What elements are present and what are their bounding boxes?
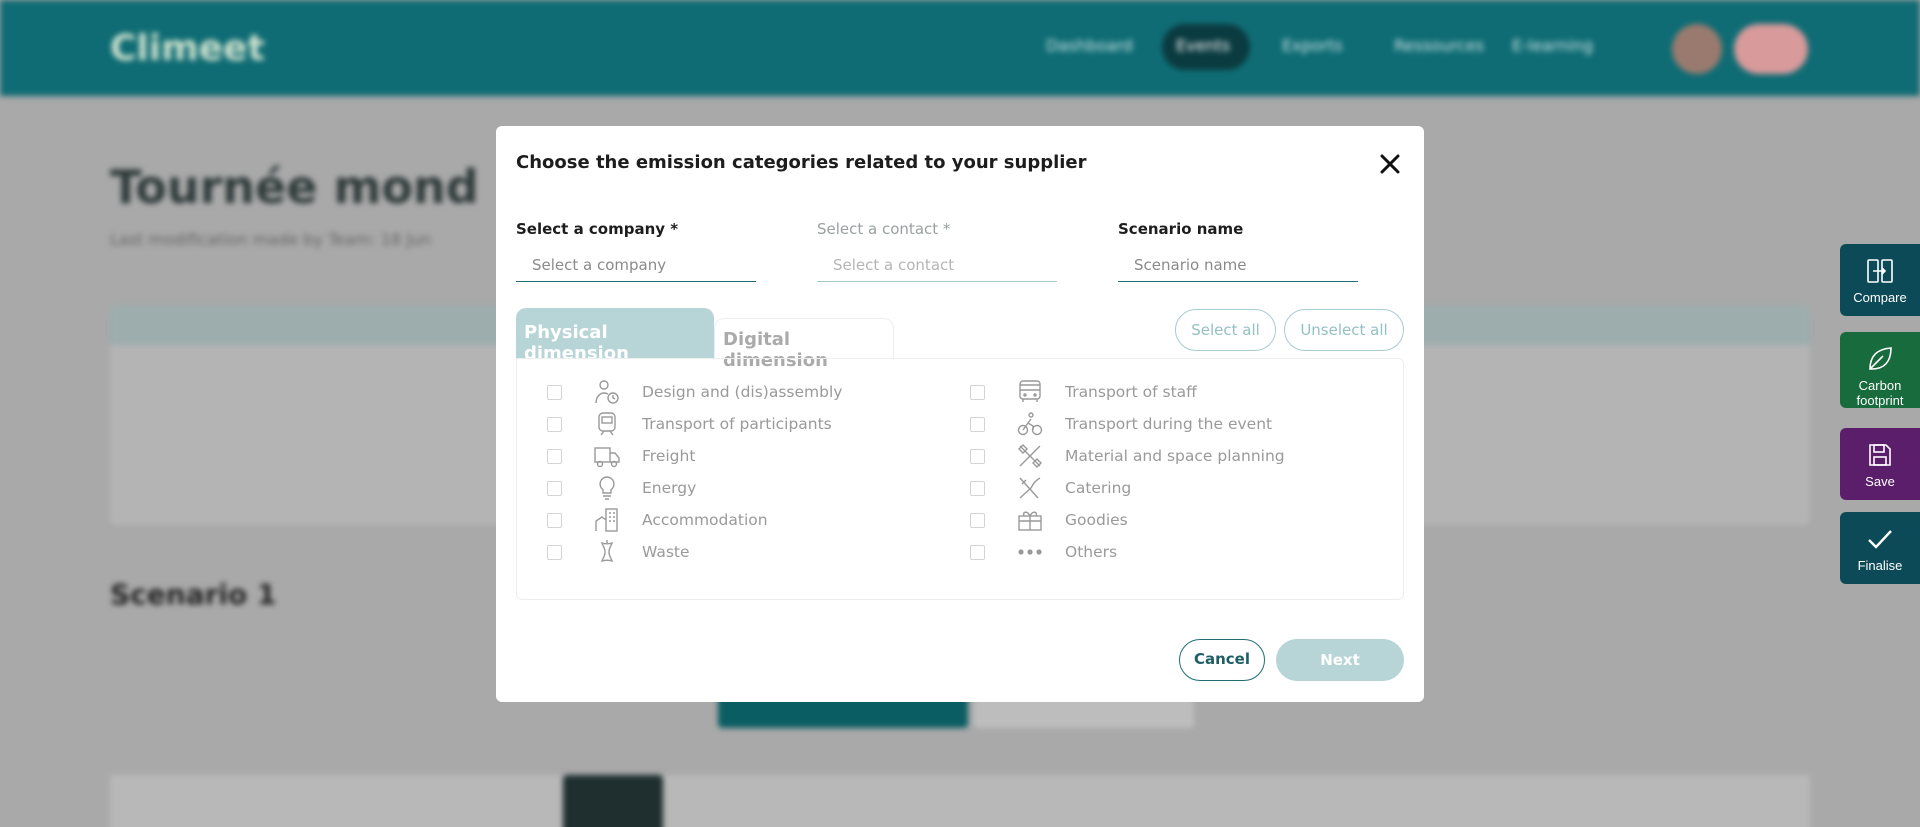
category-label: Freight — [642, 447, 696, 465]
category-label: Design and (dis)assembly — [642, 383, 843, 401]
dark-block — [563, 775, 663, 827]
close-icon[interactable] — [1376, 150, 1404, 178]
select-all-button[interactable]: Select all — [1175, 309, 1276, 351]
app-logo: Climeet — [110, 28, 265, 69]
category-others[interactable]: Others — [970, 539, 1117, 565]
checkbox[interactable] — [970, 512, 985, 528]
checkbox[interactable] — [547, 384, 562, 400]
company-select[interactable] — [516, 248, 756, 282]
category-goodies[interactable]: Goodies — [970, 507, 1128, 533]
checkbox[interactable] — [970, 384, 985, 400]
category-design[interactable]: Design and (dis)assembly — [547, 379, 842, 405]
save-label: Save — [1865, 474, 1895, 489]
checkbox[interactable] — [547, 448, 562, 464]
unselect-all-button[interactable]: Unselect all — [1284, 309, 1404, 351]
contact-select[interactable] — [817, 248, 1057, 282]
top-navbar: Climeet Dashboard Events Exports Ressour… — [0, 0, 1920, 96]
lightbulb-icon — [594, 475, 620, 501]
checkbox[interactable] — [970, 416, 985, 432]
company-label: Select a company * — [516, 220, 679, 238]
scenario-name-input[interactable] — [1118, 248, 1358, 282]
train-icon — [594, 411, 620, 437]
nav-resources[interactable]: Ressources — [1394, 36, 1484, 55]
category-energy[interactable]: Energy — [547, 475, 696, 501]
checkbox[interactable] — [547, 512, 562, 528]
category-label: Transport of participants — [642, 415, 832, 433]
category-catering[interactable]: Catering — [970, 475, 1131, 501]
scenario-name-label: Scenario name — [1118, 220, 1244, 238]
category-label: Others — [1065, 543, 1118, 561]
category-material-planning[interactable]: Material and space planning — [970, 443, 1285, 469]
gift-icon — [1017, 507, 1043, 533]
compare-icon — [1867, 259, 1893, 283]
bike-icon — [1017, 411, 1043, 437]
category-label: Transport of staff — [1065, 383, 1197, 401]
truck-icon — [594, 443, 620, 469]
tab-physical-dimension[interactable]: Physical dimension — [516, 308, 714, 364]
category-waste[interactable]: Waste — [547, 539, 690, 565]
person-clock-icon — [594, 379, 620, 405]
carbon-footprint-button[interactable]: Carbon footprint — [1840, 332, 1920, 408]
checkbox[interactable] — [547, 416, 562, 432]
category-label: Waste — [642, 543, 690, 561]
checkbox[interactable] — [970, 448, 985, 464]
nav-events[interactable]: Events — [1176, 36, 1230, 55]
save-button[interactable]: Save — [1840, 428, 1920, 500]
category-transport-event[interactable]: Transport during the event — [970, 411, 1272, 437]
bus-icon — [1017, 379, 1043, 405]
emission-category-modal: Choose the emission categories related t… — [496, 126, 1424, 702]
nav-elearning[interactable]: E-learning — [1512, 36, 1593, 55]
contact-label: Select a contact * — [817, 220, 951, 238]
leaf-icon — [1869, 347, 1892, 370]
checkbox[interactable] — [547, 544, 562, 560]
dots-icon — [1017, 539, 1043, 565]
finalise-label: Finalise — [1857, 558, 1903, 573]
finalise-button[interactable]: Finalise — [1840, 512, 1920, 584]
tab-digital-dimension[interactable]: Digital dimension — [714, 318, 894, 371]
category-label: Energy — [642, 479, 697, 497]
avatar[interactable] — [1672, 24, 1722, 74]
category-label: Catering — [1065, 479, 1132, 497]
page-subtitle: Last modification made by Team: 18 Jun — [110, 230, 432, 249]
checkbox[interactable] — [970, 480, 985, 496]
category-accommodation[interactable]: Accommodation — [547, 507, 768, 533]
cutlery-icon — [1017, 475, 1043, 501]
save-icon — [1869, 444, 1891, 466]
bottom-panel — [110, 775, 1810, 827]
modal-title: Choose the emission categories related t… — [516, 152, 1087, 173]
category-list: Design and (dis)assembly Transport of pa… — [516, 358, 1404, 600]
category-label: Goodies — [1065, 511, 1128, 529]
nav-dashboard[interactable]: Dashboard — [1046, 36, 1133, 55]
category-label: Accommodation — [642, 511, 768, 529]
checkbox[interactable] — [970, 544, 985, 560]
category-transport-participants[interactable]: Transport of participants — [547, 411, 832, 437]
cancel-button[interactable]: Cancel — [1179, 639, 1265, 681]
carbon-footprint-label: Carbon footprint — [1856, 378, 1904, 408]
nav-exports[interactable]: Exports — [1282, 36, 1343, 55]
apple-core-icon — [594, 539, 620, 565]
building-icon — [594, 507, 620, 533]
tools-icon — [1017, 443, 1043, 469]
category-freight[interactable]: Freight — [547, 443, 695, 469]
category-label: Material and space planning — [1065, 447, 1285, 465]
checkbox[interactable] — [547, 480, 562, 496]
next-button[interactable]: Next — [1276, 639, 1404, 681]
compare-button[interactable]: Compare — [1840, 244, 1920, 316]
category-label: Transport during the event — [1065, 415, 1273, 433]
page-title: Tournée mond — [110, 160, 479, 214]
category-transport-staff[interactable]: Transport of staff — [970, 379, 1197, 405]
language-toggle[interactable] — [1734, 24, 1808, 74]
scenario-heading: Scenario 1 — [110, 578, 277, 611]
check-icon — [1868, 530, 1892, 549]
compare-label: Compare — [1853, 290, 1907, 305]
